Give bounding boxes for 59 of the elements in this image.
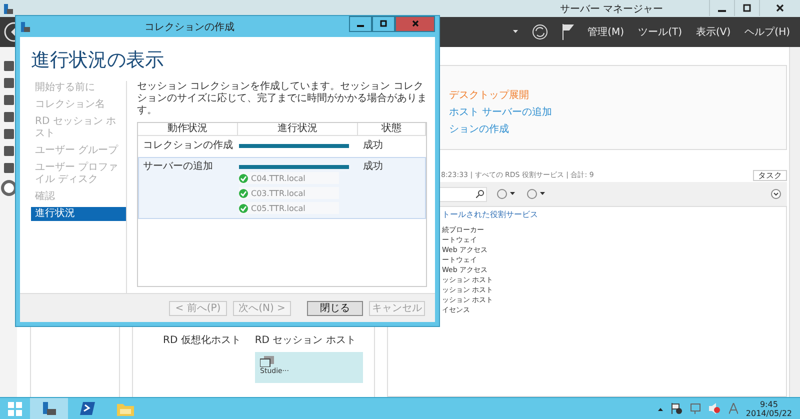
scrollbar[interactable] — [789, 47, 800, 397]
server-name: C05.TTR.local — [251, 204, 306, 212]
menu-item[interactable]: ツール(T) — [638, 25, 682, 39]
menu-item[interactable]: 表示(V) — [696, 25, 731, 39]
check-icon — [239, 174, 248, 182]
column-header: 進行状況 — [238, 123, 358, 135]
wizard-step[interactable]: 進行状況 — [31, 207, 126, 221]
volume-icon[interactable] — [708, 403, 721, 414]
action-cell-text: コレクションの作成 — [142, 140, 234, 152]
server-name: C04.TTR.local — [251, 174, 306, 182]
description: セッション コレクションを作成しています。セッション コレクションのサイズに応じて、完了までに時間がかかる場合があります。 — [137, 81, 427, 117]
filter-icon[interactable] — [497, 189, 517, 199]
ime-icon[interactable] — [728, 403, 738, 414]
maximize-icon — [380, 20, 387, 27]
caret-icon[interactable] — [512, 30, 518, 34]
group-header[interactable]: トールされた役割サービス — [442, 209, 786, 225]
status-cell-text: 成功 — [362, 161, 384, 174]
windows-icon — [8, 402, 22, 416]
column-header: 動作状況 — [138, 123, 238, 135]
wizard-button[interactable]: 閉じる — [307, 300, 363, 316]
maximize-button[interactable] — [372, 16, 395, 32]
app-icon — [20, 20, 30, 32]
close-button[interactable] — [395, 16, 435, 32]
menu-item[interactable]: 管理(M) — [588, 25, 624, 39]
action-cell-text: サーバーの追加 — [142, 161, 214, 174]
expand-icon[interactable] — [771, 189, 781, 199]
terminal-icon — [80, 402, 94, 415]
server-icon — [41, 400, 57, 416]
minimize-button[interactable] — [349, 16, 372, 32]
clock-time[interactable]: 9:45 — [760, 400, 778, 408]
close-icon — [776, 4, 784, 12]
role-label: RD セッション ホスト — [254, 334, 356, 347]
server-group-icon — [260, 356, 274, 367]
menu-item[interactable]: ヘルプ(H) — [744, 25, 790, 39]
filter-icon[interactable] — [527, 189, 547, 199]
search-icon — [476, 190, 484, 198]
sidebar-icon[interactable] — [0, 180, 16, 196]
flag-icon[interactable] — [670, 403, 682, 414]
status-cell-text: 成功 — [362, 140, 384, 152]
server-name: C03.TTR.local — [251, 188, 306, 198]
taskbar-app[interactable] — [30, 398, 68, 419]
column-header: 状態 — [358, 123, 426, 135]
page-heading: 進行状況の表示 — [31, 48, 165, 73]
close-icon — [412, 20, 418, 27]
refresh-icon[interactable] — [532, 24, 548, 40]
check-icon — [239, 188, 248, 198]
app-icon — [3, 2, 13, 14]
dialog-title: コレクションの作成 — [144, 20, 236, 34]
clock-date[interactable]: 2014/05/22 — [746, 408, 792, 418]
flag-icon[interactable] — [562, 24, 574, 40]
window-title: サーバー マネージャー — [560, 3, 664, 16]
caret-icon[interactable] — [658, 406, 663, 410]
role-label: RD 仮想化ホスト — [163, 334, 241, 347]
restore-icon — [743, 4, 751, 12]
check-icon — [239, 204, 248, 212]
folder-icon — [116, 402, 134, 416]
task-button[interactable]: タスク — [753, 170, 787, 180]
network-icon[interactable] — [690, 403, 701, 414]
table-row[interactable]: サーバーの追加 C04.TTR.local C03.TTR.local C05.TTR.local 成功 — [138, 157, 426, 219]
